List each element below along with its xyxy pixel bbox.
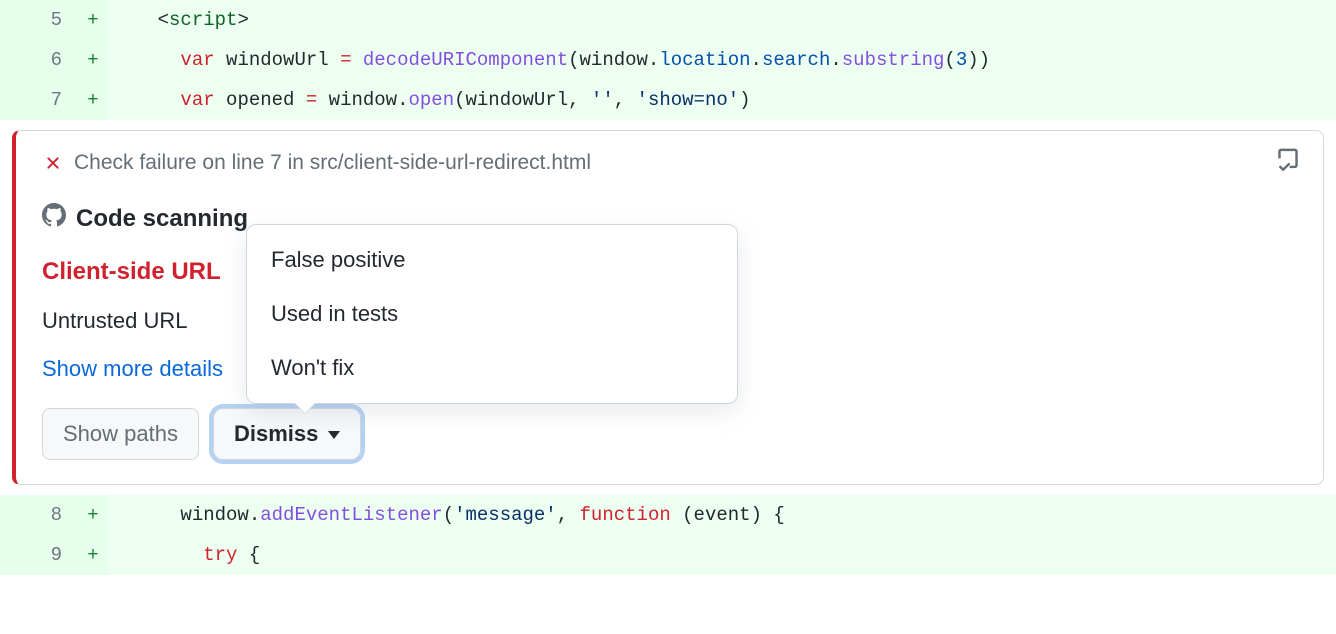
diff-code-block: 5+ <script>6+ var windowUrl = decodeURIC… — [0, 0, 1336, 120]
diff-marker: + — [78, 495, 108, 535]
dismiss-button[interactable]: Dismiss — [213, 408, 361, 460]
line-number: 9 — [0, 535, 78, 575]
code-line: 8+ window.addEventListener('message', fu… — [0, 495, 1336, 535]
diff-marker: + — [78, 80, 108, 120]
failure-x-icon — [42, 152, 64, 174]
scanner-name: Code scanning — [76, 205, 248, 233]
line-number: 7 — [0, 80, 78, 120]
line-number: 8 — [0, 495, 78, 535]
dismiss-option-wont-fix[interactable]: Won't fix — [247, 341, 737, 395]
code-content[interactable]: window.addEventListener('message', funct… — [108, 495, 1336, 535]
diff-marker: + — [78, 40, 108, 80]
show-more-details-link[interactable]: Show more details — [42, 356, 223, 382]
code-content[interactable]: try { — [108, 535, 1336, 575]
code-content[interactable]: <script> — [108, 0, 1336, 40]
dismiss-option-false-positive[interactable]: False positive — [247, 233, 737, 287]
dismiss-option-used-in-tests[interactable]: Used in tests — [247, 287, 737, 341]
code-line: 5+ <script> — [0, 0, 1336, 40]
code-content[interactable]: var opened = window.open(windowUrl, '', … — [108, 80, 1336, 120]
check-failure-text: Check failure on line 7 in src/client-si… — [74, 151, 591, 175]
caret-down-icon — [328, 431, 340, 439]
dismiss-button-label: Dismiss — [234, 421, 318, 447]
check-annotation: Check failure on line 7 in src/client-si… — [12, 130, 1324, 485]
diff-code-block-after: 8+ window.addEventListener('message', fu… — [0, 495, 1336, 575]
github-icon — [42, 203, 66, 234]
dismiss-dropdown: False positive Used in tests Won't fix — [246, 224, 738, 404]
tasklist-icon[interactable] — [1275, 147, 1301, 176]
code-content[interactable]: var windowUrl = decodeURIComponent(windo… — [108, 40, 1336, 80]
code-line: 7+ var opened = window.open(windowUrl, '… — [0, 80, 1336, 120]
diff-marker: + — [78, 0, 108, 40]
line-number: 6 — [0, 40, 78, 80]
diff-marker: + — [78, 535, 108, 575]
code-line: 6+ var windowUrl = decodeURIComponent(wi… — [0, 40, 1336, 80]
line-number: 5 — [0, 0, 78, 40]
code-line: 9+ try { — [0, 535, 1336, 575]
show-paths-button[interactable]: Show paths — [42, 408, 199, 460]
